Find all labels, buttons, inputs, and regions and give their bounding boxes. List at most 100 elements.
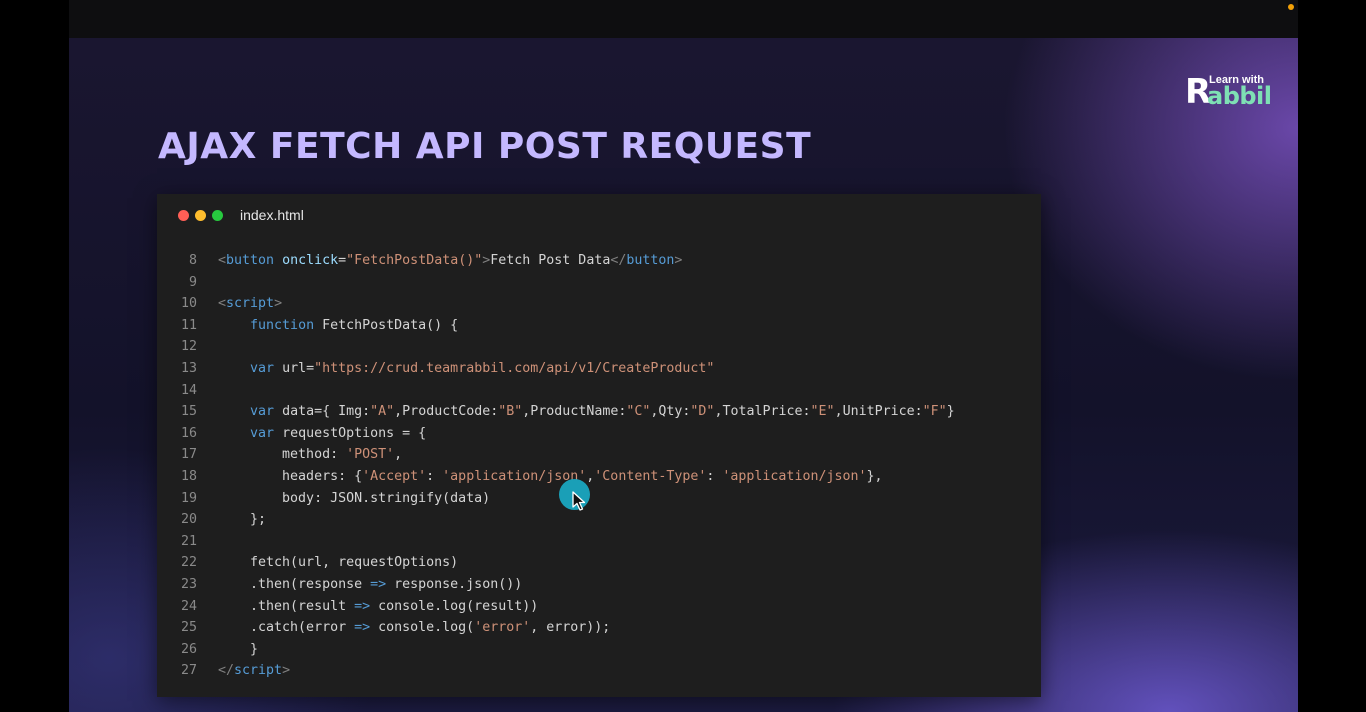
code-token: script <box>234 663 283 679</box>
code-token: => <box>354 620 371 636</box>
line-content: headers: {'Accept': 'application/json','… <box>218 466 883 488</box>
line-number: 23 <box>180 576 197 592</box>
code-token: data={ Img: <box>274 404 371 420</box>
line-number: 15 <box>180 404 197 420</box>
code-token: body: JSON.stringify(data) <box>218 490 491 506</box>
line-content: }; <box>218 509 266 531</box>
code-token: method: <box>218 447 347 463</box>
line-number: 10 <box>180 296 197 312</box>
line-content: </script> <box>218 660 290 682</box>
code-token: button <box>226 253 275 268</box>
minimize-dot-icon <box>195 210 206 221</box>
line-number: 20 <box>180 512 197 528</box>
line-content: <button onclick="FetchPostData()">Fetch … <box>218 250 682 272</box>
line-content: } <box>218 639 258 661</box>
code-token: , <box>394 447 403 463</box>
line-content: function FetchPostData() { <box>218 315 458 337</box>
code-token: ,UnitPrice: <box>834 404 923 420</box>
code-token: < <box>218 253 227 268</box>
code-token: 'Content-Type' <box>594 468 707 484</box>
line-content: method: 'POST', <box>218 444 402 466</box>
brand-logo: R Learn with abbil <box>1185 74 1275 110</box>
line-content: .then(result => console.log(result)) <box>218 596 538 618</box>
code-token: = <box>338 253 347 268</box>
code-token: "C" <box>626 404 651 420</box>
line-content: .catch(error => console.log('error', err… <box>218 617 610 639</box>
code-token: headers: { <box>218 468 363 484</box>
code-token: .then(result <box>218 598 355 614</box>
code-token: > <box>274 296 283 312</box>
code-editor-window: index.html 8 <button onclick="FetchPostDa… <box>157 194 1041 697</box>
code-token: } <box>218 641 259 657</box>
line-number: 22 <box>180 555 197 571</box>
video-top-bar <box>69 0 1298 38</box>
code-token: } <box>946 404 955 420</box>
editor-filename: index.html <box>240 207 304 223</box>
code-token: ,ProductName: <box>522 404 627 420</box>
line-content: var data={ Img:"A",ProductCode:"B",Produ… <box>218 401 955 423</box>
line-number: 21 <box>180 533 197 549</box>
code-token: "FetchPostData()" <box>346 253 483 268</box>
code-token: , error)); <box>530 620 611 636</box>
code-token: "F" <box>922 404 947 420</box>
code-token: 'application/json' <box>722 468 867 484</box>
code-token: console.log(result)) <box>370 598 539 614</box>
code-token: .then(response <box>218 576 371 592</box>
mouse-pointer-highlight <box>559 479 591 511</box>
line-number: 12 <box>180 339 197 355</box>
code-token: ,ProductCode: <box>394 404 499 420</box>
code-token: function <box>250 317 315 333</box>
code-token: Fetch Post Data <box>490 253 611 268</box>
recording-indicator-icon <box>1288 4 1294 10</box>
code-token: "B" <box>498 404 523 420</box>
code-token: => <box>354 598 371 614</box>
maximize-dot-icon <box>212 210 223 221</box>
code-token: "A" <box>370 404 395 420</box>
code-token: var <box>250 425 275 441</box>
line-number: 26 <box>180 641 197 657</box>
code-token: > <box>674 253 683 268</box>
line-number: 19 <box>180 490 197 506</box>
line-content: body: JSON.stringify(data) <box>218 488 490 510</box>
code-token: var <box>250 404 275 420</box>
code-token: onclick <box>282 253 339 268</box>
code-token: "E" <box>810 404 835 420</box>
code-token: .catch(error <box>218 620 355 636</box>
line-number: 9 <box>188 274 197 290</box>
line-number: 27 <box>180 663 197 679</box>
line-content: <script> <box>218 293 282 315</box>
code-token: => <box>370 576 387 592</box>
code-token: var <box>250 360 275 376</box>
code-token: console.log( <box>370 620 475 636</box>
code-token: requestOptions = { <box>274 425 427 441</box>
code-token: > <box>282 663 291 679</box>
line-number: 13 <box>180 360 197 376</box>
line-number: 16 <box>180 425 197 441</box>
code-token: button <box>626 253 675 268</box>
line-number: 8 <box>188 253 197 268</box>
line-content: fetch(url, requestOptions) <box>218 552 458 574</box>
line-number: 14 <box>180 382 197 398</box>
logo-wordmark: abbil <box>1207 82 1272 110</box>
code-token: ,TotalPrice: <box>714 404 811 420</box>
code-token: : <box>706 468 723 484</box>
code-token: "D" <box>690 404 715 420</box>
line-number: 11 <box>180 317 197 333</box>
code-token: }, <box>866 468 883 484</box>
code-token: </ <box>218 663 235 679</box>
line-number: 24 <box>180 598 197 614</box>
code-token: 'error' <box>474 620 531 636</box>
mouse-pointer-icon <box>572 491 586 511</box>
line-number: 17 <box>180 447 197 463</box>
code-token: fetch(url, requestOptions) <box>218 555 459 571</box>
close-dot-icon <box>178 210 189 221</box>
code-token: url= <box>274 360 315 376</box>
code-token: }; <box>218 512 267 528</box>
code-token: 'Accept' <box>362 468 427 484</box>
line-number: 25 <box>180 620 197 636</box>
